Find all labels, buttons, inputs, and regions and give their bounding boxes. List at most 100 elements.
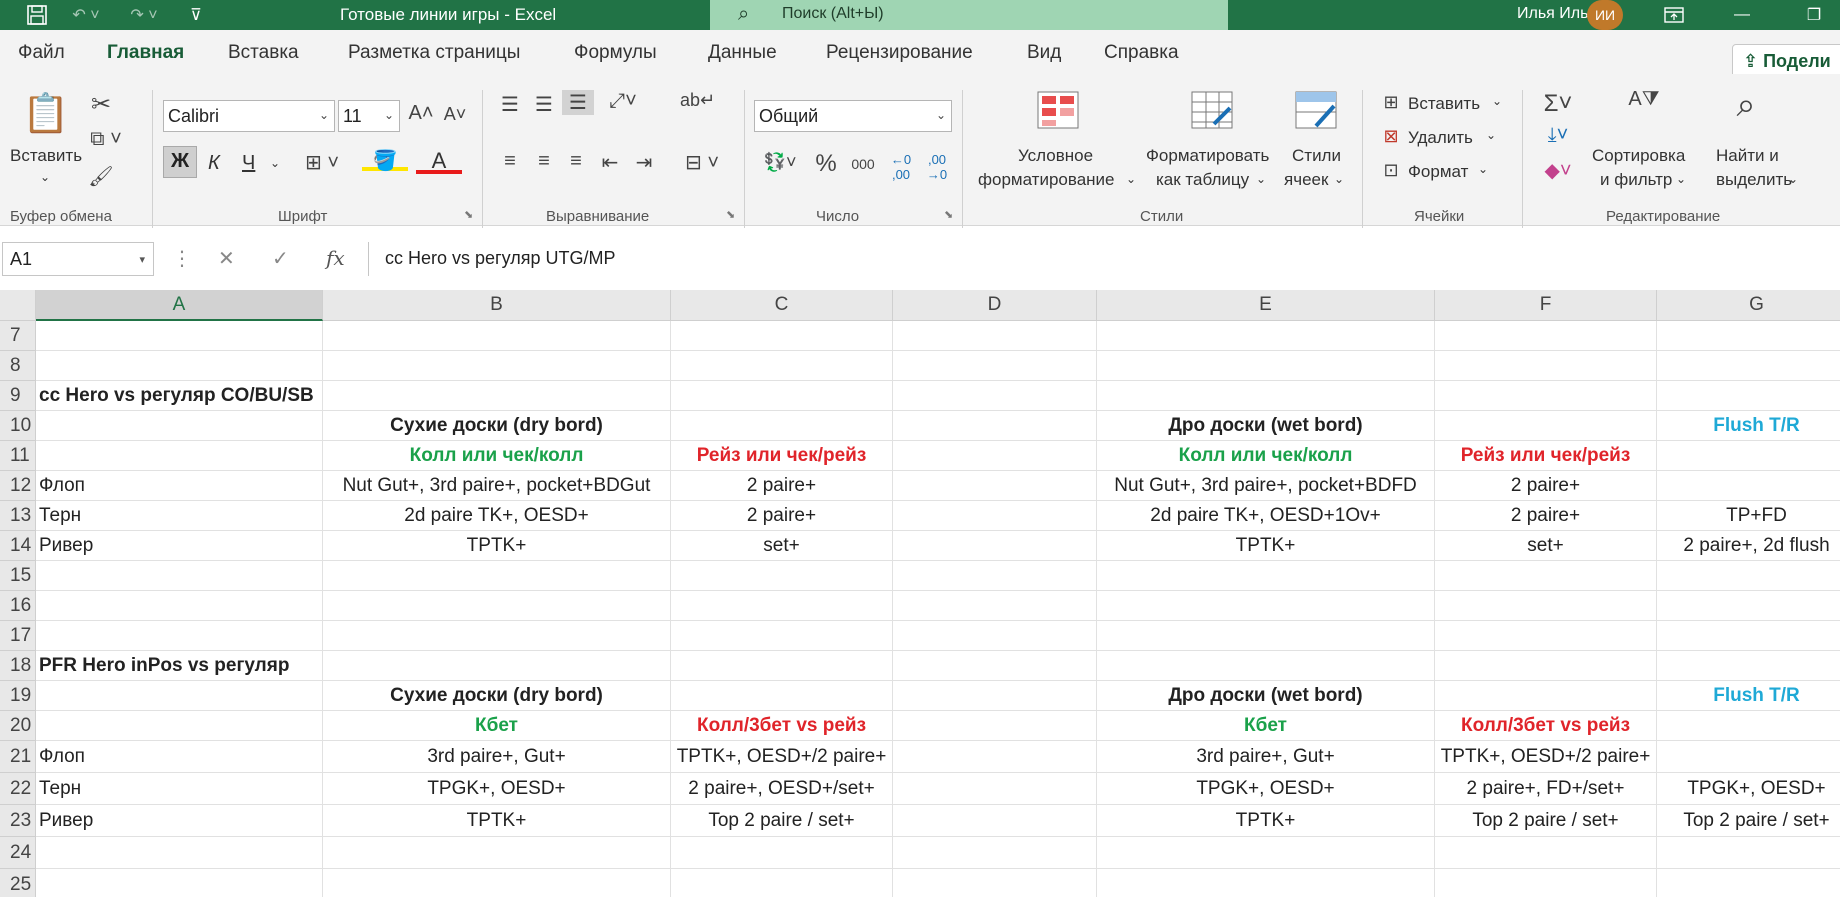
format-as-table-label-2[interactable]: как таблицу [1156, 170, 1249, 190]
cell-a21[interactable]: Флоп [36, 741, 323, 773]
cell-b12[interactable]: Nut Gut+, 3rd paire+, pocket+BDGut [323, 471, 671, 501]
cell-b14[interactable]: TPTK+ [323, 531, 671, 561]
cell-g13[interactable]: TP+FD [1657, 501, 1840, 531]
cell-d16[interactable] [893, 591, 1097, 621]
cell-e19[interactable]: Дро доски (wet bord) [1097, 681, 1435, 711]
font-color-icon[interactable]: A [416, 148, 462, 174]
cell-a12[interactable]: Флоп [36, 471, 323, 501]
row-header-23[interactable]: 23 [0, 805, 36, 837]
cell-d25[interactable] [893, 869, 1097, 897]
cell-c12[interactable]: 2 paire+ [671, 471, 893, 501]
align-right-icon[interactable]: ≡ [562, 150, 590, 173]
dialog-launcher-icon[interactable]: ⬊ [464, 208, 473, 221]
minimize-icon[interactable]: — [1728, 4, 1756, 26]
cell-g7[interactable] [1657, 321, 1840, 351]
find-select-icon[interactable]: ⌕ [1722, 86, 1770, 125]
cell-a25[interactable] [36, 869, 323, 897]
align-top-icon[interactable]: ☰ [496, 92, 524, 117]
cell-c10[interactable] [671, 411, 893, 441]
cell-g8[interactable] [1657, 351, 1840, 381]
cell-e22[interactable]: TPGK+, OESD+ [1097, 773, 1435, 805]
cell-c9[interactable] [671, 381, 893, 411]
cell-d19[interactable] [893, 681, 1097, 711]
cell-e11[interactable]: Колл или чек/колл [1097, 441, 1435, 471]
cell-d15[interactable] [893, 561, 1097, 591]
dialog-launcher-icon[interactable]: ⬊ [726, 208, 735, 221]
cell-d14[interactable] [893, 531, 1097, 561]
cell-a13[interactable]: Терн [36, 501, 323, 531]
cell-d17[interactable] [893, 621, 1097, 651]
cell-b21[interactable]: 3rd paire+, Gut+ [323, 741, 671, 773]
merge-center-icon[interactable]: ⊟ ˅ [678, 150, 726, 175]
increase-indent-icon[interactable]: ⇥ [630, 150, 658, 175]
cell-e16[interactable] [1097, 591, 1435, 621]
search-box[interactable]: ⌕ Поиск (Alt+Ы) [710, 0, 1228, 30]
clear-icon[interactable]: ◆˅ [1536, 158, 1580, 183]
sort-filter-label-2[interactable]: и фильтр [1600, 170, 1672, 190]
paste-button[interactable]: Вставить [10, 146, 82, 166]
cell-e20[interactable]: Кбет [1097, 711, 1435, 741]
cell-f24[interactable] [1435, 837, 1657, 869]
row-header-24[interactable]: 24 [0, 837, 36, 869]
cell-c22[interactable]: 2 paire+, OESD+/set+ [671, 773, 893, 805]
tab-insert[interactable]: Вставка [228, 42, 299, 64]
enter-icon[interactable]: ✓ [272, 246, 289, 271]
row-header-20[interactable]: 20 [0, 711, 36, 741]
cell-a23[interactable]: Ривер [36, 805, 323, 837]
cell-g20[interactable] [1657, 711, 1840, 741]
cell-c17[interactable] [671, 621, 893, 651]
cell-g25[interactable] [1657, 869, 1840, 897]
format-cells-button[interactable]: Формат [1408, 162, 1468, 182]
cell-e8[interactable] [1097, 351, 1435, 381]
tab-data[interactable]: Данные [708, 42, 777, 64]
cell-d22[interactable] [893, 773, 1097, 805]
cell-e12[interactable]: Nut Gut+, 3rd paire+, pocket+BDFD [1097, 471, 1435, 501]
sort-filter-label-1[interactable]: Сортировка [1592, 146, 1685, 166]
column-header-a[interactable]: A [36, 290, 323, 321]
cell-e24[interactable] [1097, 837, 1435, 869]
tab-formulas[interactable]: Формулы [574, 42, 657, 64]
wrap-text-icon[interactable]: ab↵ [680, 90, 715, 111]
cell-a20[interactable] [36, 711, 323, 741]
cell-a10[interactable] [36, 411, 323, 441]
fill-icon[interactable]: ⤓˅ [1536, 124, 1580, 147]
cell-d18[interactable] [893, 651, 1097, 681]
chevron-down-icon[interactable]: ⌄ [1256, 172, 1266, 186]
cell-a18[interactable]: PFR Hero inPos vs регуляр [36, 651, 323, 681]
delete-cells-button[interactable]: Удалить [1408, 128, 1473, 148]
cell-d12[interactable] [893, 471, 1097, 501]
sort-filter-icon[interactable]: А⧩ [1620, 88, 1668, 111]
tab-review[interactable]: Рецензирование [826, 42, 973, 64]
italic-button[interactable]: К [208, 152, 220, 175]
decrease-indent-icon[interactable]: ⇤ [596, 150, 624, 175]
cell-e23[interactable]: TPTK+ [1097, 805, 1435, 837]
paste-icon[interactable]: 📋 [22, 92, 69, 136]
cell-a19[interactable] [36, 681, 323, 711]
cell-f12[interactable]: 2 paire+ [1435, 471, 1657, 501]
undo-icon[interactable]: ↶ ˅ [66, 4, 106, 26]
cell-styles-label-1[interactable]: Стили [1292, 146, 1341, 166]
cell-g21[interactable] [1657, 741, 1840, 773]
chevron-down-icon[interactable]: ⌄ [1676, 172, 1686, 186]
row-header-7[interactable]: 7 [0, 321, 36, 351]
cell-f25[interactable] [1435, 869, 1657, 897]
cell-e21[interactable]: 3rd paire+, Gut+ [1097, 741, 1435, 773]
cell-g16[interactable] [1657, 591, 1840, 621]
cell-e7[interactable] [1097, 321, 1435, 351]
cell-e9[interactable] [1097, 381, 1435, 411]
formula-input[interactable]: cc Hero vs регуляр UTG/MP [368, 242, 1840, 276]
cell-g19[interactable]: Flush T/R [1657, 681, 1840, 711]
select-all-corner[interactable] [0, 290, 36, 321]
align-center-icon[interactable]: ≡ [530, 150, 558, 173]
find-select-label-1[interactable]: Найти и [1716, 146, 1779, 166]
autosum-icon[interactable]: Σ˅ [1536, 90, 1580, 118]
cancel-icon[interactable]: ✕ [218, 246, 235, 271]
insert-cells-button[interactable]: Вставить [1408, 94, 1480, 114]
align-middle-icon[interactable]: ☰ [530, 92, 558, 117]
cell-e17[interactable] [1097, 621, 1435, 651]
chevron-down-icon[interactable]: ⌄ [1334, 172, 1344, 186]
chevron-down-icon[interactable]: ⌄ [1478, 162, 1488, 176]
cell-a24[interactable] [36, 837, 323, 869]
cell-c19[interactable] [671, 681, 893, 711]
cell-g9[interactable] [1657, 381, 1840, 411]
